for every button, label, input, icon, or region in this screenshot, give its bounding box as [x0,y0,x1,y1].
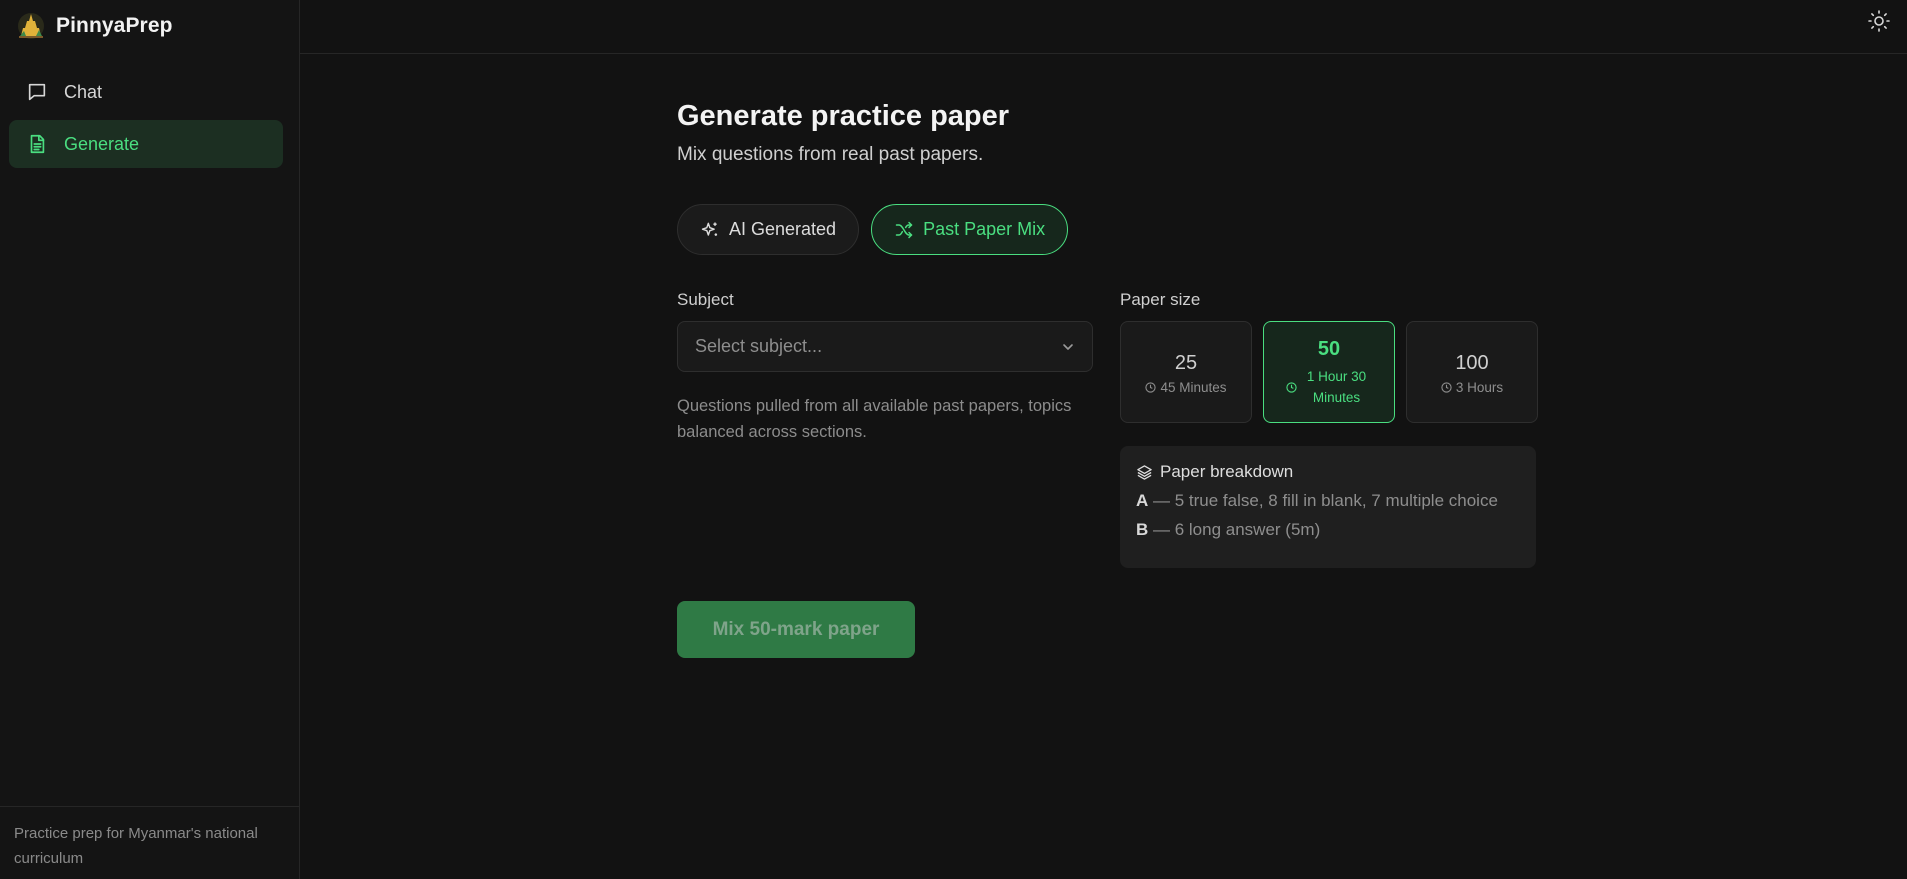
duration-text: 3 Hours [1455,379,1504,395]
pagoda-logo-icon [18,13,44,39]
sidebar-item-label: Chat [64,81,103,102]
clock-icon [1145,381,1157,393]
chat-bubble-icon [28,83,46,101]
duration-text: 45 Minutes [1160,379,1227,395]
sidebar: PinnyaPrep Chat Generate Practice prep f… [0,0,300,879]
layers-icon [1137,464,1152,480]
tab-label: AI Generated [729,219,837,239]
subject-label: Subject [677,290,734,309]
page-title: Generate practice paper [677,100,1010,132]
section-letter: A [1136,491,1149,510]
paper-size-duration: 3 Hours [1441,380,1503,395]
sun-icon [1868,10,1890,32]
generate-panel: Generate practice paper Mix questions fr… [677,96,1538,658]
clock-icon [1285,381,1297,393]
tab-label: Past Paper Mix [923,219,1046,239]
section-description: — 6 long answer (5m) [1148,520,1321,539]
subject-select[interactable]: Select subject... [677,321,1093,372]
paper-size-options: 25 45 Minutes 50 1 Hour 30 Minutes 100 3… [1120,321,1538,423]
paper-size-option-25[interactable]: 25 45 Minutes [1120,321,1252,423]
mode-tabs: AI Generated Past Paper Mix [677,204,1069,255]
sidebar-item-label: Generate [64,133,140,154]
sidebar-footer: Practice prep for Myanmar's national cur… [0,806,299,879]
subject-help-text: Questions pulled from all available past… [677,397,1072,441]
breakdown-title: Paper breakdown [1136,462,1520,482]
breakdown-row-a: A — 5 true false, 8 fill in blank, 7 mul… [1136,491,1520,511]
sidebar-item-generate[interactable]: Generate [9,120,283,168]
paper-size-marks: 25 [1174,351,1198,374]
sidebar-nav: Chat Generate [9,68,283,172]
breakdown-row-b: B — 6 long answer (5m) [1136,520,1520,540]
chevron-down-icon [1063,343,1073,350]
paper-size-marks: 50 [1317,338,1341,360]
paper-size-duration: 45 Minutes [1145,379,1227,395]
clock-icon [1441,381,1452,393]
paper-size-duration: 1 Hour 30 Minutes [1285,366,1373,408]
tab-ai-generated[interactable]: AI Generated [677,204,860,255]
subject-select-placeholder: Select subject... [695,336,823,356]
document-icon [30,134,45,154]
paper-size-marks: 100 [1455,351,1489,374]
topbar [300,0,1907,54]
tab-past-paper-mix[interactable]: Past Paper Mix [871,204,1069,255]
sidebar-item-chat[interactable]: Chat [9,68,283,116]
page-subtitle: Mix questions from real past papers. [677,144,984,165]
breakdown-title-text: Paper breakdown [1160,462,1294,481]
paper-size-option-100[interactable]: 100 3 Hours [1406,321,1538,423]
paper-size-label: Paper size [1120,290,1201,309]
mix-paper-button[interactable]: Mix 50-mark paper [677,601,915,658]
paper-size-option-50[interactable]: 50 1 Hour 30 Minutes [1263,321,1395,423]
paper-breakdown: Paper breakdown A — 5 true false, 8 fill… [1120,446,1536,568]
sparkles-icon [701,222,718,236]
app-name: PinnyaPrep [56,14,173,37]
shuffle-icon [895,221,913,238]
duration-text: 1 Hour 30 Minutes [1306,369,1367,405]
brand[interactable]: PinnyaPrep [16,10,173,42]
section-letter: B [1136,520,1149,539]
section-description: — 5 true false, 8 fill in blank, 7 multi… [1148,491,1498,510]
theme-toggle-button[interactable] [1867,9,1891,33]
